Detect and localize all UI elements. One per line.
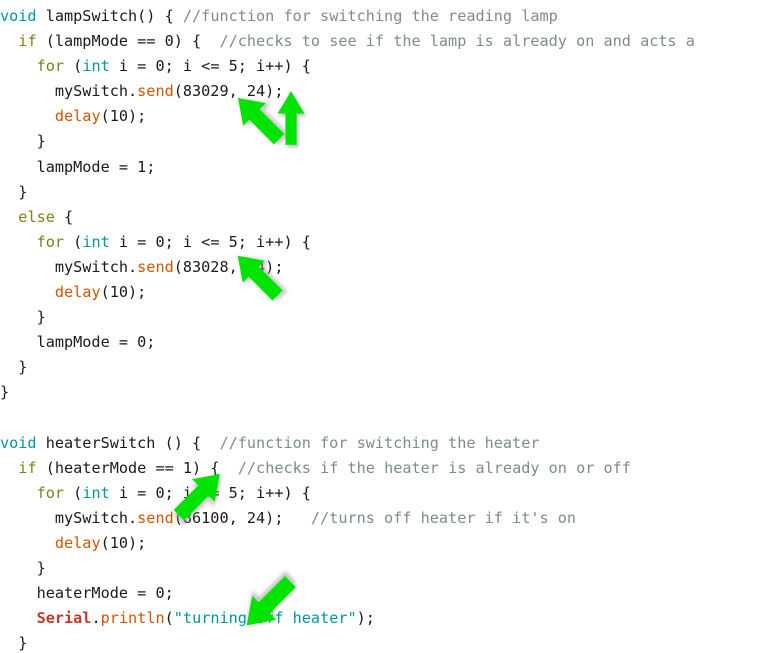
code-token-pln <box>0 233 37 251</box>
code-line[interactable]: } <box>0 631 762 653</box>
code-token-pln: mySwitch. <box>0 508 138 527</box>
code-token-pln: (10); <box>100 533 147 552</box>
code-token-fn: delay <box>54 283 101 302</box>
code-token-pln: ( <box>64 232 83 251</box>
code-token-kw: void <box>0 7 37 25</box>
code-line[interactable]: lampMode = 0; <box>0 330 762 355</box>
code-line[interactable]: mySwitch.send(83028, 24); <box>0 255 762 280</box>
code-token-pln <box>0 57 37 75</box>
code-token-pln: ( <box>164 609 174 628</box>
code-token-pln: heaterSwitch () { <box>36 433 220 452</box>
code-token-str: "turning off heater" <box>173 609 357 628</box>
code-token-pln: lampMode = 1; <box>0 157 156 176</box>
code-line[interactable]: for (int i = 0; i <= 5; i++) { <box>0 54 762 79</box>
code-token-ctrl: for <box>36 232 65 251</box>
code-token-pln: } <box>0 132 46 151</box>
code-line[interactable]: mySwitch.send(83029, 24); <box>0 79 762 104</box>
code-token-fn: delay <box>54 533 101 552</box>
code-line[interactable]: } <box>0 355 762 380</box>
code-line[interactable]: delay(10); <box>0 104 762 129</box>
code-token-pln: } <box>0 559 46 578</box>
code-token-pln: (83028, 24); <box>173 257 284 276</box>
code-line[interactable] <box>0 406 762 431</box>
code-token-pln: { <box>54 207 74 226</box>
code-token-obj: Serial <box>36 609 92 628</box>
code-token-pln <box>0 283 55 301</box>
code-token-pln <box>0 32 18 50</box>
code-token-pln <box>0 208 18 226</box>
code-token-pln: i = 0; i <= 5; i++) { <box>109 483 311 502</box>
code-token-ctrl: if <box>18 458 37 477</box>
code-line[interactable]: delay(10); <box>0 280 762 305</box>
code-token-pln <box>0 459 18 477</box>
code-line[interactable]: void lampSwitch() { //function for switc… <box>0 4 762 29</box>
code-token-cmt: //function for switching the reading lam… <box>182 7 558 25</box>
code-token-fn: delay <box>54 107 101 126</box>
code-line[interactable]: } <box>0 129 762 154</box>
code-line[interactable]: for (int i = 0; i <= 5; i++) { <box>0 481 762 506</box>
code-token-pln: ( <box>64 483 83 502</box>
code-token-pln: . <box>91 609 101 628</box>
code-line[interactable]: for (int i = 0; i <= 5; i++) { <box>0 230 762 255</box>
code-token-pln: } <box>0 634 28 653</box>
code-token-pln: (83029, 24); <box>173 82 284 101</box>
code-token-pln: (lampMode == 0) { <box>36 32 220 51</box>
code-token-fn: println <box>100 609 165 628</box>
code-token-pln: ); <box>356 609 375 628</box>
code-token-pln: (10); <box>100 283 147 302</box>
code-token-pln: ( <box>64 57 83 76</box>
code-token-ctrl: else <box>18 207 55 226</box>
code-token-kw: int <box>82 232 110 251</box>
code-line[interactable]: } <box>0 380 762 405</box>
code-token-pln <box>0 484 37 502</box>
code-token-pln: (10); <box>100 107 147 126</box>
code-token-pln: } <box>0 383 10 402</box>
code-editor-content[interactable]: void lampSwitch() { //function for switc… <box>0 0 762 653</box>
code-line[interactable]: lampMode = 1; <box>0 155 762 180</box>
code-line[interactable]: } <box>0 180 762 205</box>
code-token-pln: i = 0; i <= 5; i++) { <box>109 57 311 76</box>
code-token-pln <box>0 534 55 552</box>
code-token-pln: } <box>0 358 28 377</box>
code-line[interactable]: heaterMode = 0; <box>0 581 762 606</box>
code-token-ctrl: for <box>36 57 65 76</box>
code-token-pln: lampMode = 0; <box>0 333 156 352</box>
code-token-pln: mySwitch. <box>0 82 138 101</box>
code-token-pln: i = 0; i <= 5; i++) { <box>109 232 311 251</box>
code-token-kw: int <box>82 483 110 502</box>
code-token-pln: } <box>0 308 46 327</box>
code-token-ctrl: for <box>36 483 65 502</box>
code-token-pln: (heaterMode == 1) { <box>36 458 238 477</box>
code-line[interactable]: Serial.println("turning off heater"); <box>0 606 762 631</box>
code-line[interactable]: if (lampMode == 0) { //checks to see if … <box>0 29 762 54</box>
code-token-fn: send <box>137 508 174 527</box>
code-token-fn: send <box>137 257 174 276</box>
code-line[interactable]: void heaterSwitch () { //function for sw… <box>0 431 762 456</box>
code-token-pln <box>0 609 37 627</box>
code-token-pln: } <box>0 182 28 201</box>
code-token-pln: heaterMode = 0; <box>0 584 174 603</box>
code-token-kw: void <box>0 433 37 452</box>
code-token-pln <box>0 409 9 427</box>
code-token-pln <box>0 107 55 125</box>
code-token-cmt: //function for switching the heater <box>219 433 540 452</box>
code-token-pln: (86100, 24); <box>173 508 311 527</box>
code-line[interactable]: } <box>0 556 762 581</box>
code-line[interactable]: delay(10); <box>0 531 762 556</box>
code-token-cmt: //checks if the heater is already on or … <box>237 458 631 477</box>
code-screenshot: void lampSwitch() { //function for switc… <box>0 0 762 653</box>
code-token-cmt: //turns off heater if it's on <box>310 508 577 527</box>
code-token-kw: int <box>82 57 110 76</box>
code-token-pln: mySwitch. <box>0 257 138 276</box>
code-token-ctrl: if <box>18 32 37 51</box>
code-line[interactable]: if (heaterMode == 1) { //checks if the h… <box>0 456 762 481</box>
code-token-pln: lampSwitch() { <box>36 7 183 25</box>
code-line[interactable]: mySwitch.send(86100, 24); //turns off he… <box>0 506 762 531</box>
code-token-cmt: //checks to see if the lamp is already o… <box>219 32 695 51</box>
code-line[interactable]: } <box>0 305 762 330</box>
code-line[interactable]: else { <box>0 205 762 230</box>
code-token-fn: send <box>137 82 174 101</box>
